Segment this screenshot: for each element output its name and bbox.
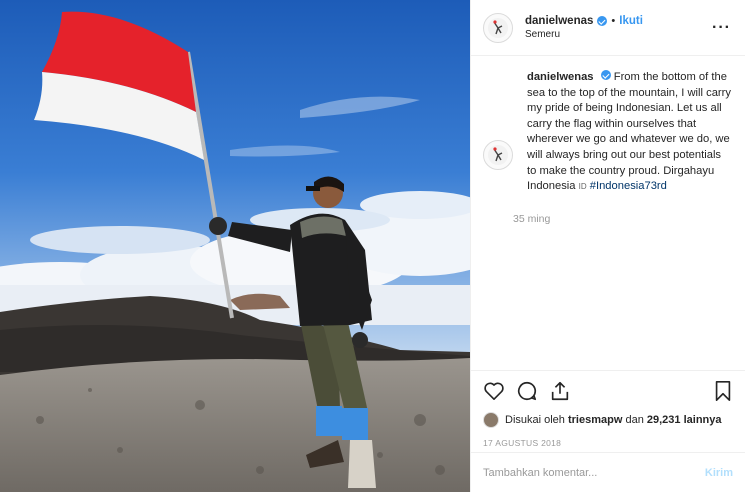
heart-icon[interactable] [483, 381, 505, 401]
more-dots-icon[interactable]: ··· [710, 19, 733, 35]
verified-badge-icon [597, 16, 608, 26]
header-meta: danielwenas • Ikuti Semeru [525, 15, 710, 40]
profile-picture-icon [488, 17, 508, 38]
post-photo[interactable] [0, 0, 470, 492]
likes-prefix: Disukai oleh [505, 414, 565, 426]
caption-username[interactable]: danielwenas [527, 71, 594, 83]
share-icon[interactable] [549, 380, 571, 402]
caption-body: From the bottom of the sea to the top of… [527, 71, 731, 193]
comment-input[interactable] [483, 466, 705, 479]
likes-summary: Disukai oleh triesmapw dan 29,231 lainny… [483, 412, 733, 428]
post-comment-button[interactable]: Kirim [705, 467, 733, 479]
verified-badge-icon [600, 70, 611, 80]
liker-avatar[interactable] [483, 412, 499, 428]
location-link[interactable]: Semeru [525, 29, 710, 40]
post-actions: Disukai oleh triesmapw dan 29,231 lainny… [471, 370, 745, 448]
post-details-panel: danielwenas • Ikuti Semeru ··· danielwen… [470, 0, 745, 492]
separator-dot: • [611, 15, 616, 27]
likes-connector: dan [625, 414, 644, 426]
liker-username[interactable]: triesmapw [568, 414, 622, 426]
likes-count-link[interactable]: 29,231 lainnya [647, 414, 722, 426]
rocky-ground [0, 358, 470, 492]
hashtag-link[interactable]: #Indonesia73rd [590, 180, 667, 192]
instagram-post: danielwenas • Ikuti Semeru ··· danielwen… [0, 0, 745, 492]
flag-marker: ID [578, 182, 587, 192]
post-date: 17 AGUSTUS 2018 [483, 438, 562, 448]
post-header: danielwenas • Ikuti Semeru ··· [471, 0, 745, 56]
caption-text: danielwenas From the bottom of the sea t… [527, 70, 733, 195]
username-link[interactable]: danielwenas [525, 15, 593, 27]
comment-icon[interactable] [516, 380, 538, 402]
add-comment-bar: Kirim [471, 452, 745, 492]
action-icons [483, 379, 733, 403]
summit-flag-photo [0, 0, 470, 492]
caption-timestamp: 35 ming [513, 212, 551, 225]
profile-picture-icon [488, 145, 508, 165]
bookmark-icon[interactable] [713, 380, 733, 402]
follow-button[interactable]: Ikuti [619, 15, 643, 27]
avatar[interactable] [483, 12, 513, 43]
caption-section: danielwenas From the bottom of the sea t… [483, 70, 733, 225]
caption-avatar[interactable] [483, 140, 513, 170]
